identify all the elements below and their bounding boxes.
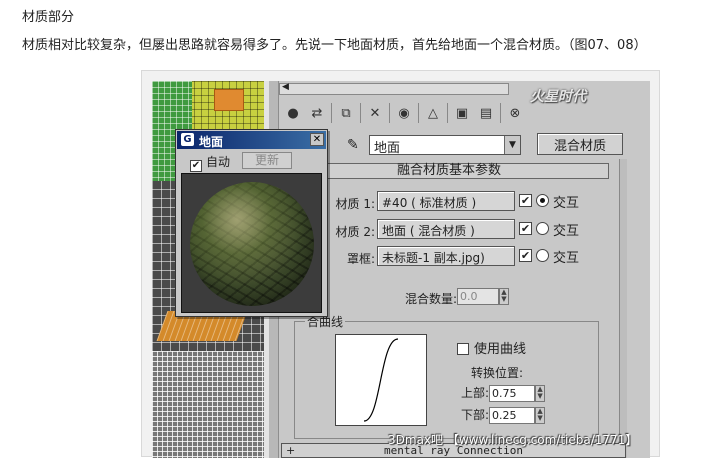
screenshot-3dsmax: ◀ ● ⇄ ⧉ ✕ ◉ △ ▣ ▤ ⊗ ✎ 地面 ▼ 混合材质 融合材质基本参数… bbox=[152, 81, 650, 458]
transition-zone-label: 转换位置: bbox=[471, 366, 524, 380]
mask-row: 罩框: 未标题-1 副本.jpg) ✔ 交互 bbox=[289, 246, 609, 268]
mix-amount-spinner-arrows[interactable]: ▲ ▼ bbox=[499, 288, 509, 305]
lower-label: 下部: bbox=[461, 408, 490, 422]
material-2-checkbox[interactable]: ✔ bbox=[519, 222, 532, 235]
delete-icon[interactable]: ✕ bbox=[365, 103, 385, 123]
mask-interactive-label: 交互 bbox=[553, 251, 580, 266]
update-button[interactable]: 更新 bbox=[242, 152, 292, 169]
mix-amount-spinner[interactable]: 0.0 bbox=[457, 288, 499, 305]
mask-label: 罩框: bbox=[346, 252, 375, 266]
upper-row: 上部: 0.75 ▲ ▼ bbox=[461, 384, 546, 402]
article-paragraph: 材质相对比较复杂，但屡出思路就容易得多了。先说一下地面材质，首先给地面一个混合材… bbox=[22, 38, 647, 53]
material-2-interactive-label: 交互 bbox=[553, 224, 580, 239]
watermark-logo: 火星时代 bbox=[530, 89, 586, 105]
expand-plus-icon[interactable]: + bbox=[286, 444, 295, 457]
lower-row: 下部: 0.25 ▲ ▼ bbox=[461, 406, 546, 424]
lower-spinner-arrows[interactable]: ▲ ▼ bbox=[535, 407, 546, 424]
eyedropper-icon[interactable]: ✎ bbox=[347, 137, 359, 153]
material-1-label: 材质 1: bbox=[335, 197, 376, 211]
material-1-button[interactable]: #40 ( 标准材质 ) bbox=[377, 191, 515, 211]
scroll-left-icon[interactable]: ◀ bbox=[282, 82, 289, 92]
preview-sample-area bbox=[181, 173, 322, 313]
app-g-icon: G bbox=[181, 133, 194, 146]
make-unique-icon[interactable]: ◉ bbox=[394, 103, 414, 123]
put-to-library-icon[interactable]: ⇄ bbox=[307, 103, 327, 123]
toolbar-separator bbox=[447, 103, 448, 123]
mask-interactive-radio[interactable] bbox=[536, 249, 549, 262]
upper-spinner[interactable]: 0.75 bbox=[489, 385, 536, 402]
material-effects-icon[interactable]: ▣ bbox=[452, 103, 472, 123]
material-id-icon[interactable]: △ bbox=[423, 103, 443, 123]
upper-label: 上部: bbox=[461, 386, 490, 400]
upper-spinner-arrows[interactable]: ▲ ▼ bbox=[535, 385, 546, 402]
editor-right-scrollbar[interactable] bbox=[619, 159, 627, 458]
auto-label: 自动 bbox=[206, 155, 231, 169]
mix-amount-row: 混合数量: 0.0 ▲ ▼ bbox=[289, 287, 609, 307]
toolbar-separator bbox=[360, 103, 361, 123]
use-curve-checkbox[interactable] bbox=[457, 343, 469, 355]
mixing-curve-group: 合曲线 使用曲线 转换位置: 上部: 0.75 ▲ ▼ 下部: 0.25 ▲ ▼ bbox=[294, 313, 599, 439]
use-curve-option[interactable]: 使用曲线 bbox=[457, 338, 526, 357]
mask-checkbox[interactable]: ✔ bbox=[519, 249, 532, 262]
figure-frame: ◀ ● ⇄ ⧉ ✕ ◉ △ ▣ ▤ ⊗ ✎ 地面 ▼ 混合材质 融合材质基本参数… bbox=[141, 70, 660, 458]
close-icon[interactable]: ✕ bbox=[310, 133, 324, 146]
material-1-checkbox[interactable]: ✔ bbox=[519, 194, 532, 207]
auto-update-option[interactable]: ✔ 自动 bbox=[190, 153, 230, 172]
material-preview-window: G 地面 ✕ ✔ 自动 更新 bbox=[175, 129, 328, 317]
material-2-button[interactable]: 地面 ( 混合材质 ) bbox=[377, 219, 515, 239]
material-type-button[interactable]: 混合材质 bbox=[537, 133, 623, 155]
material-name-field[interactable]: 地面 ▼ bbox=[369, 135, 521, 156]
material-2-interactive-radio[interactable] bbox=[536, 222, 549, 235]
material-1-interactive-label: 交互 bbox=[553, 196, 580, 211]
use-curve-label: 使用曲线 bbox=[474, 342, 527, 357]
rollout-title[interactable]: 融合材质基本参数 bbox=[289, 163, 609, 179]
mix-amount-label: 混合数量: bbox=[405, 292, 458, 306]
material-1-interactive-radio[interactable] bbox=[536, 194, 549, 207]
chevron-down-icon[interactable]: ▼ bbox=[504, 136, 520, 154]
editor-toolbar: ● ⇄ ⧉ ✕ ◉ △ ▣ ▤ ⊗ bbox=[283, 103, 525, 127]
mask-map-button[interactable]: 未标题-1 副本.jpg) bbox=[377, 246, 515, 266]
toolbar-separator bbox=[389, 103, 390, 123]
material-sample-sphere bbox=[190, 182, 314, 306]
auto-checkbox[interactable]: ✔ bbox=[190, 160, 202, 172]
rollout-body: 材质 1: #40 ( 标准材质 ) ✔ 交互 材质 2: 地面 ( 混合材质 … bbox=[289, 179, 609, 449]
toolbar-separator bbox=[331, 103, 332, 123]
show-end-result-icon[interactable]: ⊗ bbox=[505, 103, 525, 123]
material-2-row: 材质 2: 地面 ( 混合材质 ) ✔ 交互 bbox=[289, 219, 609, 241]
toolbar-separator bbox=[500, 103, 501, 123]
preview-title: 地面 bbox=[199, 135, 224, 149]
mixing-curve-graph bbox=[335, 334, 427, 426]
toolbar-separator bbox=[418, 103, 419, 123]
preview-titlebar[interactable]: G 地面 ✕ bbox=[177, 131, 326, 149]
article-heading: 材质部分 bbox=[22, 10, 75, 25]
watermark-bottom: 3Dmax吧 【www.linecg.com/tieba/1771】 bbox=[388, 433, 638, 447]
show-map-icon[interactable]: ▤ bbox=[476, 103, 496, 123]
material-2-label: 材质 2: bbox=[335, 225, 376, 239]
assign-to-selection-icon[interactable]: ⧉ bbox=[336, 103, 356, 123]
material-name-text: 地面 bbox=[374, 141, 401, 156]
material-1-row: 材质 1: #40 ( 标准材质 ) ✔ 交互 bbox=[289, 191, 609, 213]
mixing-curve-line bbox=[363, 338, 399, 422]
put-to-scene-icon[interactable]: ● bbox=[283, 103, 303, 123]
lower-spinner[interactable]: 0.25 bbox=[489, 407, 536, 424]
viewport-white-mesh bbox=[152, 351, 269, 458]
viewport-orange-box bbox=[214, 89, 244, 111]
sample-slot-scrollbar[interactable]: ◀ bbox=[279, 82, 509, 95]
